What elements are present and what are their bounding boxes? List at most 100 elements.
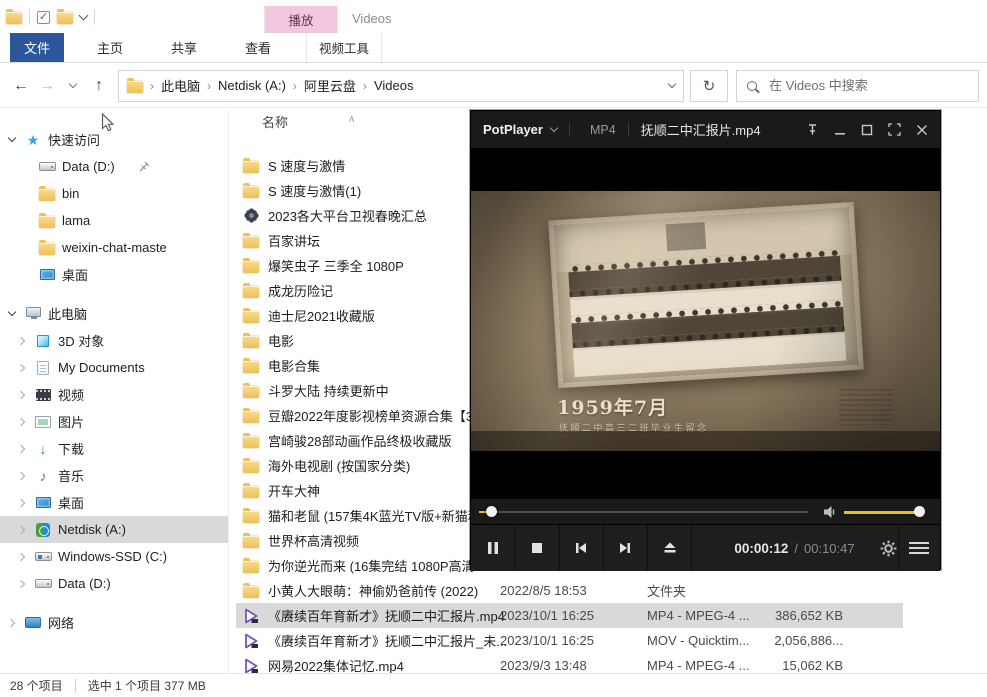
next-button[interactable]: [604, 525, 648, 571]
file-name: S 速度与激情: [268, 156, 345, 175]
search-input[interactable]: [767, 77, 968, 94]
chevron-down-icon[interactable]: [550, 124, 558, 132]
sidebar-item[interactable]: 桌面: [0, 489, 228, 516]
sidebar-item[interactable]: ♪音乐: [0, 462, 228, 489]
video-area[interactable]: 1959年7月 抚顺二中高三二班毕业生留念: [471, 149, 940, 498]
sidebar-item[interactable]: bin: [0, 180, 228, 207]
sidebar-item[interactable]: ↓下载: [0, 435, 228, 462]
chevron-right-icon[interactable]: [16, 497, 28, 509]
chevron-right-icon[interactable]: [16, 443, 28, 455]
minimize-icon[interactable]: [834, 124, 846, 136]
folder-icon: [242, 558, 260, 574]
folder-icon[interactable]: [57, 12, 73, 24]
volume-icon[interactable]: [822, 504, 838, 523]
file-size: 2,056,886...: [728, 633, 843, 648]
folder-icon: [242, 383, 260, 399]
sidebar-item[interactable]: My Documents: [0, 354, 228, 381]
potplayer-logo[interactable]: PotPlayer: [483, 122, 543, 137]
sidebar-item[interactable]: 桌面: [0, 261, 228, 288]
sidebar-item[interactable]: weixin-chat-maste: [0, 234, 228, 261]
sidebar-item[interactable]: 3D 对象: [0, 327, 228, 354]
tab-view[interactable]: 查看: [226, 33, 290, 62]
video-icon: [242, 633, 260, 649]
chevron-right-icon[interactable]: [16, 389, 28, 401]
breadcrumb-segment[interactable]: 阿里云盘: [304, 76, 356, 95]
pin-icon[interactable]: [806, 123, 819, 136]
chevron-down-icon[interactable]: [668, 80, 676, 88]
back-button[interactable]: ←: [8, 72, 34, 100]
breadcrumb-segment[interactable]: Netdisk (A:): [218, 78, 286, 93]
sidebar-item[interactable]: 视频: [0, 381, 228, 408]
file-row[interactable]: 网易2022集体记忆.mp42023/9/3 13:48MP4 - MPEG-4…: [236, 653, 903, 673]
sidebar-item[interactable]: Netdisk (A:): [0, 516, 228, 543]
chevron-down-icon[interactable]: [6, 134, 18, 146]
breadcrumb-separator: ›: [207, 79, 211, 93]
navigation-pane: ★快速访问Data (D:)binlamaweixin-chat-maste桌面…: [0, 110, 229, 673]
file-date: 2022/8/5 18:53: [500, 583, 587, 598]
file-type: 文件夹: [647, 581, 686, 600]
pause-button[interactable]: [471, 525, 515, 571]
eject-button[interactable]: [648, 525, 692, 571]
search-box[interactable]: [736, 70, 979, 102]
seek-thumb[interactable]: [486, 506, 497, 517]
forward-button[interactable]: →: [34, 72, 60, 100]
menu-button[interactable]: [898, 525, 940, 571]
chevron-right-icon[interactable]: [16, 362, 28, 374]
chevron-right-icon[interactable]: [16, 524, 28, 536]
sidebar-item[interactable]: Windows-SSD (C:): [0, 543, 228, 570]
file-name: 小黄人大眼萌：神偷奶爸前传 (2022): [268, 581, 478, 600]
up-button[interactable]: ↑: [86, 72, 112, 100]
tab-file[interactable]: 文件: [10, 33, 64, 62]
chevron-right-icon[interactable]: [6, 617, 18, 629]
tab-share[interactable]: 共享: [152, 33, 216, 62]
seek-bar[interactable]: [471, 498, 940, 524]
settings-gear-icon[interactable]: [879, 539, 898, 558]
breadcrumb-separator: ›: [363, 79, 367, 93]
sidebar-item[interactable]: Data (D:): [0, 570, 228, 597]
previous-button[interactable]: [560, 525, 604, 571]
sidebar-item[interactable]: lama: [0, 207, 228, 234]
sidebar-item-label: 桌面: [62, 265, 88, 284]
status-bar: 28 个项目 选中 1 个项目 377 MB: [0, 673, 987, 697]
volume-thumb[interactable]: [914, 506, 925, 517]
drive-icon: [38, 159, 56, 175]
fullscreen-icon[interactable]: [888, 123, 901, 136]
potplayer-titlebar[interactable]: PotPlayer MP4 抚顺二中汇报片.mp4: [471, 111, 940, 149]
chevron-right-icon[interactable]: [16, 416, 28, 428]
seek-track[interactable]: [479, 511, 808, 513]
chevron-right-icon[interactable]: [16, 335, 28, 347]
file-date: 2023/10/1 16:25: [500, 633, 594, 648]
window-controls: [806, 123, 928, 136]
volume-track[interactable]: [844, 511, 918, 514]
file-row[interactable]: 《赓续百年育新才》抚顺二中汇报片_未...2023/10/1 16:25MOV …: [236, 628, 903, 653]
breadcrumb-segment[interactable]: Videos: [374, 78, 414, 93]
breadcrumb-separator: ›: [150, 79, 154, 93]
contextual-tab-play[interactable]: 播放: [264, 6, 338, 33]
file-row[interactable]: 小黄人大眼萌：神偷奶爸前传 (2022) 2022/8/5 18:53 文件夹: [236, 578, 903, 603]
checkmark-icon[interactable]: ✓: [37, 11, 50, 24]
tab-video-tools[interactable]: 视频工具: [306, 33, 382, 62]
chevron-right-icon[interactable]: [16, 470, 28, 482]
time-separator: /: [794, 541, 798, 556]
pic-icon: [34, 414, 52, 430]
sidebar-item-label: My Documents: [58, 360, 145, 375]
tab-home[interactable]: 主页: [78, 33, 142, 62]
stop-button[interactable]: [515, 525, 559, 571]
chevron-down-icon[interactable]: [79, 11, 89, 21]
folder-icon[interactable]: [6, 12, 22, 24]
chevron-right-icon[interactable]: [16, 578, 28, 590]
sidebar-section-network[interactable]: 网络: [0, 609, 228, 636]
refresh-button[interactable]: ↻: [690, 70, 728, 102]
chevron-down-icon[interactable]: [6, 308, 18, 320]
file-row[interactable]: 《赓续百年育新才》抚顺二中汇报片.mp42023/10/1 16:25MP4 -…: [236, 603, 903, 628]
sidebar-section-this-pc[interactable]: 此电脑: [0, 300, 228, 327]
history-dropdown[interactable]: [60, 72, 86, 100]
format-badge: MP4: [590, 123, 616, 137]
sidebar-item[interactable]: Data (D:): [0, 153, 228, 180]
chevron-right-icon[interactable]: [16, 551, 28, 563]
maximize-icon[interactable]: [861, 124, 873, 136]
close-icon[interactable]: [916, 124, 928, 136]
breadcrumb-segment[interactable]: 此电脑: [161, 76, 200, 95]
breadcrumb[interactable]: › 此电脑›Netdisk (A:)›阿里云盘›Videos: [118, 70, 684, 102]
sidebar-item[interactable]: 图片: [0, 408, 228, 435]
